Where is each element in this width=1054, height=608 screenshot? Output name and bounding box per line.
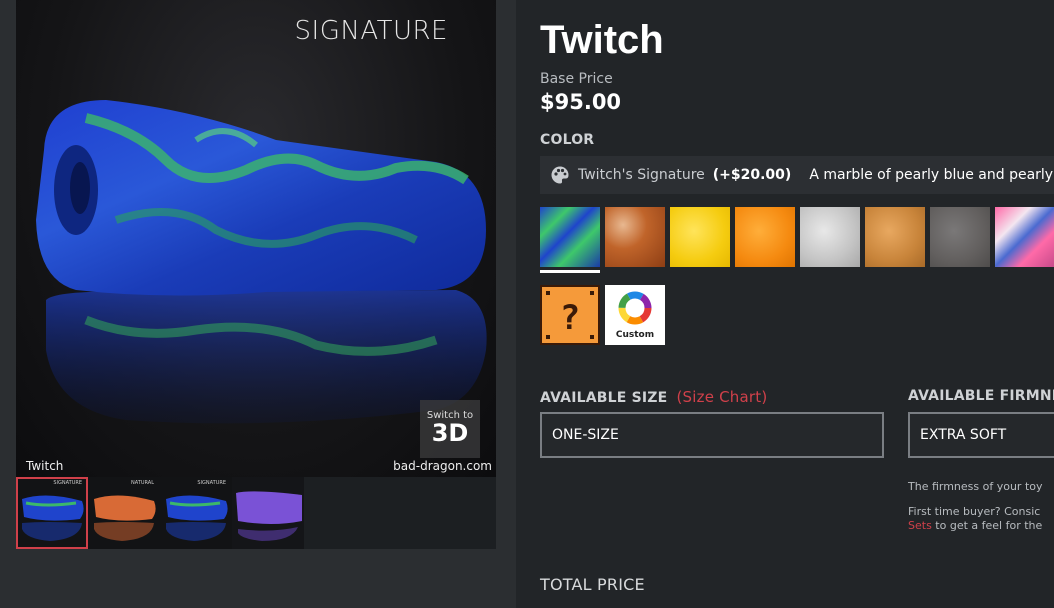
selected-color-name: Twitch's Signature [578,167,705,183]
switch-3d-big-text: 3D [431,419,469,447]
size-select[interactable]: ONE-SIZE [540,412,884,458]
color-swatch-custom[interactable]: Custom [605,285,665,345]
color-swatch-mystery[interactable]: ? [540,285,600,345]
product-details-panel: Twitch Base Price $95.00 COLOR Twitch's … [516,0,1054,608]
thumbnail-2-image [94,495,156,541]
color-swatch-pink-marble[interactable] [995,207,1054,267]
size-chart-link[interactable]: (Size Chart) [676,388,767,406]
color-swatch-copper[interactable] [605,207,665,267]
first-time-buyer-suffix: to get a feel for the [931,519,1043,532]
selected-swatch-indicator [540,270,600,273]
gallery-panel: SIGNATURE Switch to 3D Twitch bad-dragon… [0,0,516,608]
color-swatch-silver[interactable] [800,207,860,267]
main-product-image[interactable]: SIGNATURE Switch to 3D Twitch bad-dragon… [16,0,496,477]
product-title: Twitch [540,18,664,62]
image-style-label: SIGNATURE [294,16,448,46]
thumbnail-3-image [166,495,228,541]
thumbnail-2-label: NATURAL [131,480,154,486]
first-time-buyer-text: First time buyer? Consic [908,505,1041,518]
thumbnail-3[interactable]: SIGNATURE [160,477,232,549]
image-site-caption: bad-dragon.com [393,459,492,473]
selected-color-bar: Twitch's Signature (+$20.00) A marble of… [540,156,1054,194]
color-swatch-grey[interactable] [930,207,990,267]
first-time-buyer-text-2: Sets to get a feel for the [908,519,1042,532]
firmness-section-label: AVAILABLE FIRMNES [908,388,1054,404]
switch-to-3d-button[interactable]: Switch to 3D [420,400,480,458]
base-price-label: Base Price [540,71,613,87]
sets-link[interactable]: Sets [908,519,932,532]
thumbnail-4-image [236,491,302,541]
color-section-label: COLOR [540,132,595,148]
total-price-label: TOTAL PRICE [540,575,645,594]
color-swatch-bronze[interactable] [865,207,925,267]
color-swatch-twitch-signature[interactable] [540,207,600,267]
thumbnail-4[interactable] [232,477,304,549]
custom-swatch-label: Custom [615,330,655,340]
question-block-icon: ? [542,287,598,343]
thumbnail-1-label: SIGNATURE [53,480,82,486]
image-product-caption: Twitch [26,459,64,473]
palette-icon [551,166,569,184]
size-section-label: AVAILABLE SIZE [540,390,668,406]
size-section: AVAILABLE SIZE (Size Chart) [540,388,767,406]
thumbnail-1[interactable]: SIGNATURE [16,477,88,549]
mystery-glyph: ? [560,298,580,338]
thumbnail-3-label: SIGNATURE [197,480,226,486]
thumbnail-1-image [22,495,84,541]
thumbnail-2[interactable]: NATURAL [88,477,160,549]
color-swatch-orange[interactable] [735,207,795,267]
base-price-value: $95.00 [540,90,622,114]
firmness-note: The firmness of your toy [908,480,1043,493]
firmness-select[interactable]: EXTRA SOFT [908,412,1054,458]
thumbnail-strip: SIGNATURE NATURAL SIGNATURE [16,477,496,549]
color-swatch-yellow[interactable] [670,207,730,267]
selected-color-description: A marble of pearly blue and pearly g [809,167,1054,183]
selected-color-price: (+$20.00) [712,167,792,183]
color-wheel-icon [618,291,652,325]
